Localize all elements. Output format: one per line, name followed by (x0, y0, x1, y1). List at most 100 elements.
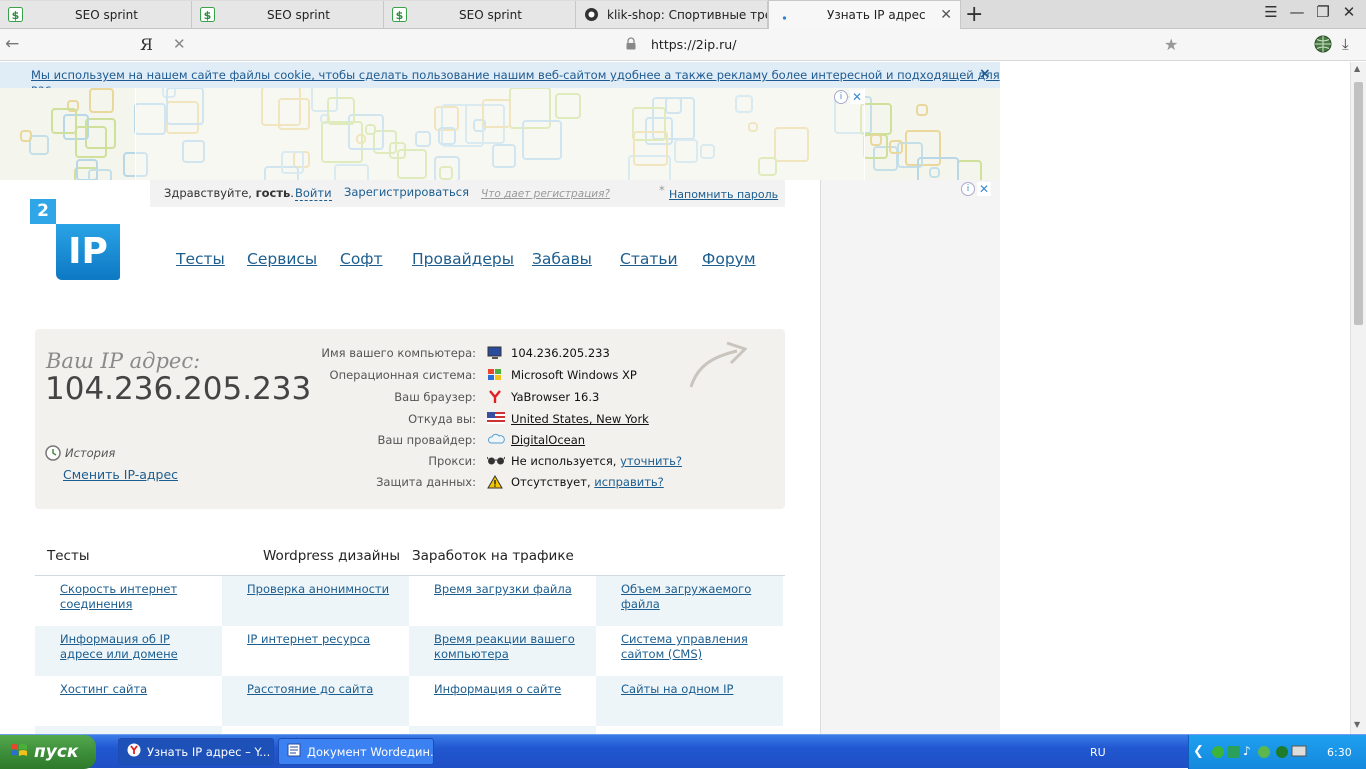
info-value: YaBrowser 16.3 (511, 390, 600, 404)
test-link[interactable]: Время загрузки файла (434, 582, 572, 596)
taskbar: пуск Узнать IP адрес – Y... Документ Wor… (0, 734, 1366, 769)
lock-icon (626, 37, 636, 53)
menu-icon[interactable]: ☰ (1259, 3, 1283, 21)
greeting: Здравствуйте, гость. (164, 186, 294, 200)
system-tray: ❮ ♪ 6:30 (1188, 735, 1366, 769)
column-title-earnings[interactable]: Заработок на трафике (412, 548, 574, 564)
nav-articles[interactable]: Статьи (620, 250, 678, 268)
info-row-provider: Ваш провайдер: DigitalOcean (297, 433, 777, 451)
language-indicator[interactable]: RU (1090, 746, 1106, 759)
ad-info-icon[interactable]: i (834, 90, 848, 104)
test-link[interactable]: Время реакции вашего компьютера (434, 632, 575, 661)
close-tab-icon[interactable]: ✕ (940, 7, 952, 23)
why-register-link[interactable]: Что дает регистрация? (481, 188, 610, 200)
tray-update-icon[interactable] (1275, 745, 1289, 762)
test-link[interactable]: Сайты на одном IP (621, 682, 733, 696)
address-bar-row: ← Я ✕ https://2ip.ru/ ★ ⤓ (0, 29, 1366, 61)
windows-logo-icon (10, 742, 28, 763)
globe-icon[interactable] (1314, 35, 1332, 56)
new-tab-button[interactable]: + (965, 2, 983, 27)
tray-expand-icon[interactable]: ❮ (1193, 744, 1204, 759)
scrollbar-thumb[interactable] (1354, 82, 1363, 325)
tab-seosprint-2[interactable]: $ SEO sprint (192, 1, 384, 28)
ad-banner-frame[interactable] (135, 88, 865, 180)
tray-torrent-icon[interactable] (1257, 745, 1271, 762)
test-link[interactable]: Информация об IP адресе или домене (60, 632, 178, 661)
ad-close-icon[interactable]: ✕ (850, 90, 864, 104)
nav-services[interactable]: Сервисы (247, 250, 317, 268)
tab-strip: $ SEO sprint $ SEO sprint $ SEO sprint k… (0, 0, 1366, 29)
change-ip-link[interactable]: Сменить IP-адрес (63, 467, 178, 482)
tray-display-icon[interactable] (1291, 745, 1307, 762)
pattern-square (870, 134, 882, 146)
test-link[interactable]: Объем загружаемого файла (621, 582, 751, 611)
tray-antivirus-icon[interactable] (1227, 745, 1241, 762)
ip-info-panel: Ваш IP адрес: 104.236.205.233 История См… (35, 329, 785, 509)
tab-seosprint-1[interactable]: $ SEO sprint (0, 1, 192, 28)
nav-providers[interactable]: Провайдеры (412, 250, 514, 268)
history-label[interactable]: История (65, 446, 115, 460)
logo-2-badge[interactable]: 2 (30, 199, 56, 224)
protection-fix-link[interactable]: исправить? (594, 475, 664, 489)
ad-close-icon[interactable]: ✕ (977, 182, 991, 196)
tray-volume-icon[interactable]: ♪ (1243, 744, 1251, 758)
provider-link[interactable]: DigitalOcean (511, 433, 585, 447)
info-label: Прокси: (428, 454, 476, 468)
cookie-close-icon[interactable]: × (979, 66, 991, 82)
tray-network-icon[interactable] (1211, 745, 1225, 762)
taskbar-item-word[interactable]: Документ Wordедин... (278, 738, 434, 765)
pattern-square (29, 135, 49, 155)
asterisk: * (659, 183, 665, 197)
info-label: Защита данных: (376, 475, 476, 489)
nav-tests[interactable]: Тесты (176, 250, 225, 268)
ip-address[interactable]: 104.236.205.233 (45, 371, 311, 407)
start-label: пуск (34, 742, 79, 762)
location-link[interactable]: United States, New York (511, 412, 649, 426)
back-arrow-icon[interactable]: ← (5, 34, 19, 54)
yandex-button[interactable]: Я (140, 35, 153, 54)
ip-heading: Ваш IP адрес: (46, 349, 201, 373)
scroll-up-icon[interactable]: ▲ (1354, 64, 1360, 73)
nav-soft[interactable]: Софт (340, 250, 383, 268)
download-icon[interactable]: ⤓ (1342, 35, 1349, 53)
login-link[interactable]: Войти (295, 186, 332, 201)
test-link[interactable]: Хостинг сайта (60, 682, 147, 696)
grid-cell: Скорость интернет соединения (35, 576, 222, 626)
url-field[interactable]: https://2ip.ru/ (651, 37, 736, 52)
scroll-down-icon[interactable]: ▼ (1354, 720, 1360, 729)
tab-seosprint-3[interactable]: $ SEO sprint (384, 1, 576, 28)
stop-icon[interactable]: ✕ (173, 35, 186, 53)
tab-2ip-active[interactable]: Узнать IP адрес ✕ (768, 0, 961, 29)
user-bar: Здравствуйте, гость. Войти Зарегистриров… (150, 180, 785, 207)
page-scrollbar[interactable]: ▲ ▼ (1350, 62, 1366, 734)
nav-fun[interactable]: Забавы (532, 250, 592, 268)
bookmark-star-icon[interactable]: ★ (1164, 35, 1178, 54)
test-link[interactable]: IP интернет ресурса (247, 632, 370, 646)
tab-klikshop[interactable]: klik-shop: Спортивные трена (576, 1, 768, 28)
test-link[interactable]: Скорость интернет соединения (60, 582, 177, 611)
svg-text:$: $ (396, 9, 404, 22)
info-row-os: Операционная система: Microsoft Windows … (297, 368, 777, 386)
restore-icon[interactable]: ❐ (1311, 3, 1335, 21)
ad-banner-pattern: i ✕ (0, 88, 1000, 180)
computer-icon (487, 346, 503, 360)
cookie-notice: Мы используем на нашем сайте файлы cooki… (0, 62, 1000, 96)
minimize-icon[interactable]: — (1285, 3, 1309, 21)
start-button[interactable]: пуск (0, 735, 96, 769)
close-window-icon[interactable]: ✕ (1337, 3, 1361, 21)
pattern-square (75, 126, 107, 158)
test-link[interactable]: Расстояние до сайта (247, 682, 373, 696)
test-link[interactable]: Проверка анонимности (247, 582, 389, 596)
test-link[interactable]: Система управления сайтом (CMS) (621, 632, 748, 661)
proxy-clarify-link[interactable]: уточнить? (620, 454, 682, 468)
glasses-icon (486, 454, 506, 468)
remind-password-link[interactable]: Напомнить пароль (669, 188, 778, 201)
test-link[interactable]: Информация о сайте (434, 682, 561, 696)
ad-info-icon[interactable]: i (961, 182, 975, 196)
taskbar-item-browser[interactable]: Узнать IP адрес – Y... (118, 738, 274, 765)
logo-ip[interactable]: IP (56, 224, 120, 280)
register-link[interactable]: Зарегистрироваться (344, 185, 469, 199)
column-title-wordpress[interactable]: Wordpress дизайны (263, 548, 400, 564)
nav-forum[interactable]: Форум (702, 250, 756, 268)
clock[interactable]: 6:30 (1327, 746, 1352, 759)
